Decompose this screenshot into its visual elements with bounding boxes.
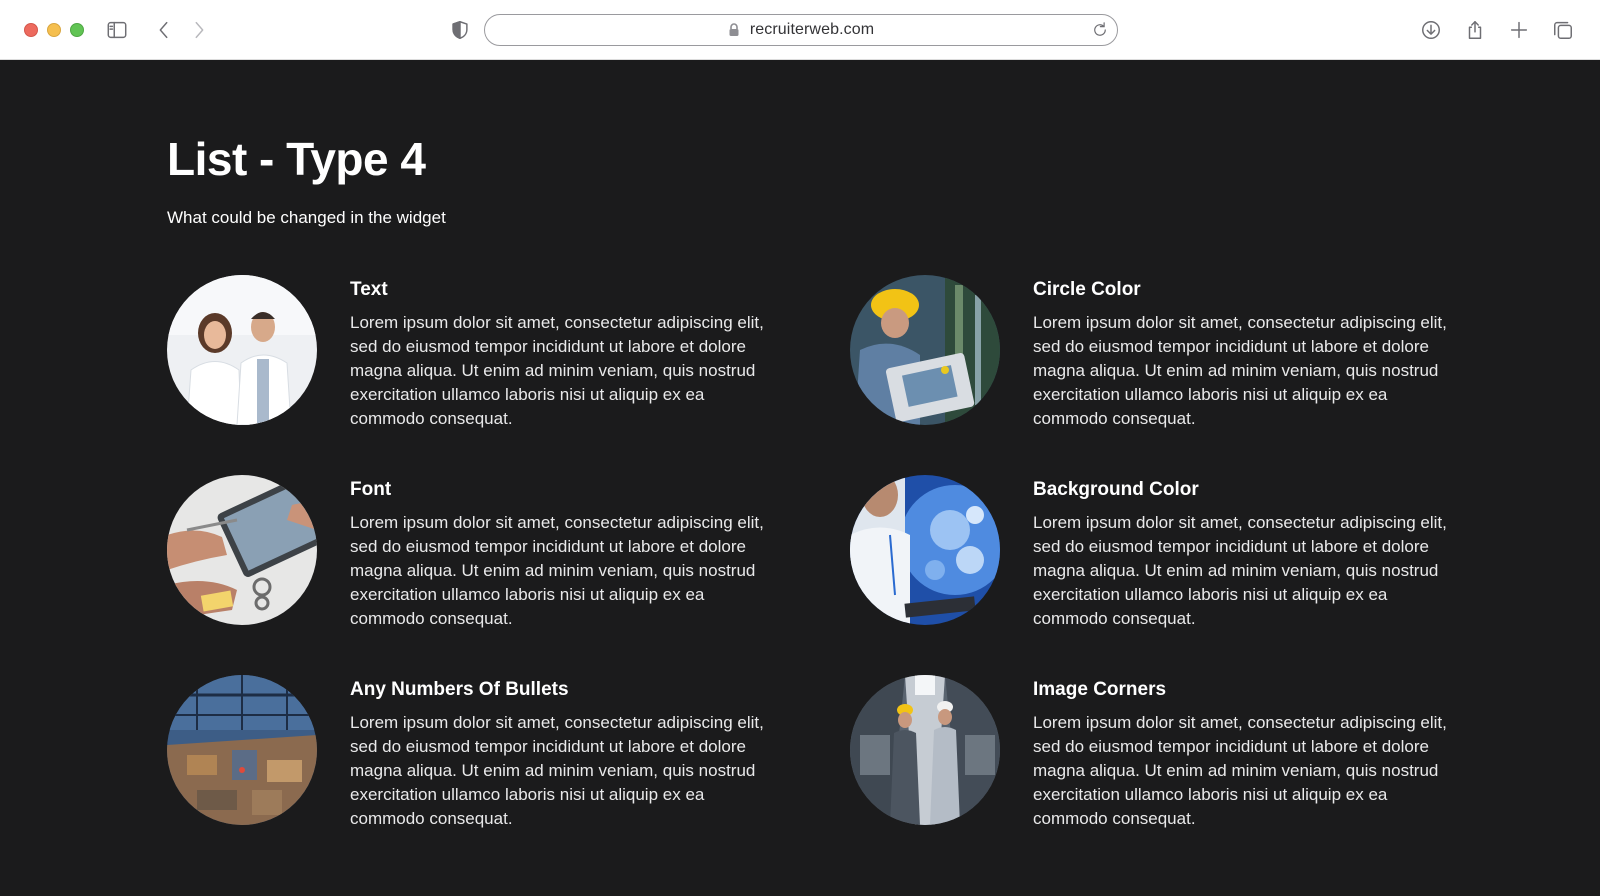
- plus-icon[interactable]: [1506, 17, 1532, 43]
- item-body: Lorem ipsum dolor sit amet, consectetur …: [1033, 313, 1447, 428]
- tabs-overview-icon[interactable]: [1550, 17, 1576, 43]
- zoom-window-button[interactable]: [70, 23, 84, 37]
- shield-icon[interactable]: [447, 17, 473, 43]
- factory-floor-photo: [167, 675, 317, 825]
- url-text: recruiterweb.com: [749, 21, 875, 38]
- list-item: Background Color Lorem ipsum dolor sit a…: [850, 475, 1470, 635]
- share-icon[interactable]: [1462, 17, 1488, 43]
- scientist-hologram-photo: [850, 475, 1000, 625]
- workers-corridor-photo: [850, 675, 1000, 825]
- download-icon[interactable]: [1418, 17, 1444, 43]
- chevron-left-icon[interactable]: [151, 17, 177, 43]
- tablet-documents-photo: [167, 475, 317, 625]
- page-title: List - Type 4: [167, 133, 426, 185]
- list-item: Any Numbers Of Bullets Lorem ipsum dolor…: [167, 675, 787, 835]
- browser-toolbar: recruiterweb.com: [0, 0, 1600, 60]
- engineer-control-panel-photo: [850, 275, 1000, 425]
- sidebar-icon[interactable]: [104, 17, 130, 43]
- list-item: Image Corners Lorem ipsum dolor sit amet…: [850, 675, 1470, 835]
- address-bar[interactable]: recruiterweb.com: [484, 14, 1118, 46]
- list-item: Circle Color Lorem ipsum dolor sit amet,…: [850, 275, 1470, 435]
- reload-icon[interactable]: [1091, 21, 1109, 39]
- item-body: Lorem ipsum dolor sit amet, consectetur …: [1033, 713, 1447, 828]
- minimize-window-button[interactable]: [47, 23, 61, 37]
- chevron-right-icon[interactable]: [186, 17, 212, 43]
- item-title: Circle Color: [1033, 279, 1141, 300]
- item-body: Lorem ipsum dolor sit amet, consectetur …: [350, 713, 764, 828]
- item-body: Lorem ipsum dolor sit amet, consectetur …: [1033, 513, 1447, 628]
- item-title: Any Numbers Of Bullets: [350, 679, 569, 700]
- list-item: Text Lorem ipsum dolor sit amet, consect…: [167, 275, 787, 435]
- item-title: Text: [350, 279, 388, 300]
- page-subtitle: What could be changed in the widget: [167, 208, 446, 227]
- item-body: Lorem ipsum dolor sit amet, consectetur …: [350, 313, 764, 428]
- item-body: Lorem ipsum dolor sit amet, consectetur …: [350, 513, 764, 628]
- item-title: Font: [350, 479, 392, 500]
- item-title: Image Corners: [1033, 679, 1167, 700]
- item-title: Background Color: [1033, 479, 1199, 500]
- page-content: List - Type 4 What could be changed in t…: [0, 60, 1600, 896]
- window-controls: [24, 23, 84, 37]
- list-item: Font Lorem ipsum dolor sit amet, consect…: [167, 475, 787, 635]
- doctors-photo: [167, 275, 317, 425]
- close-window-button[interactable]: [24, 23, 38, 37]
- lock-icon: [729, 23, 739, 36]
